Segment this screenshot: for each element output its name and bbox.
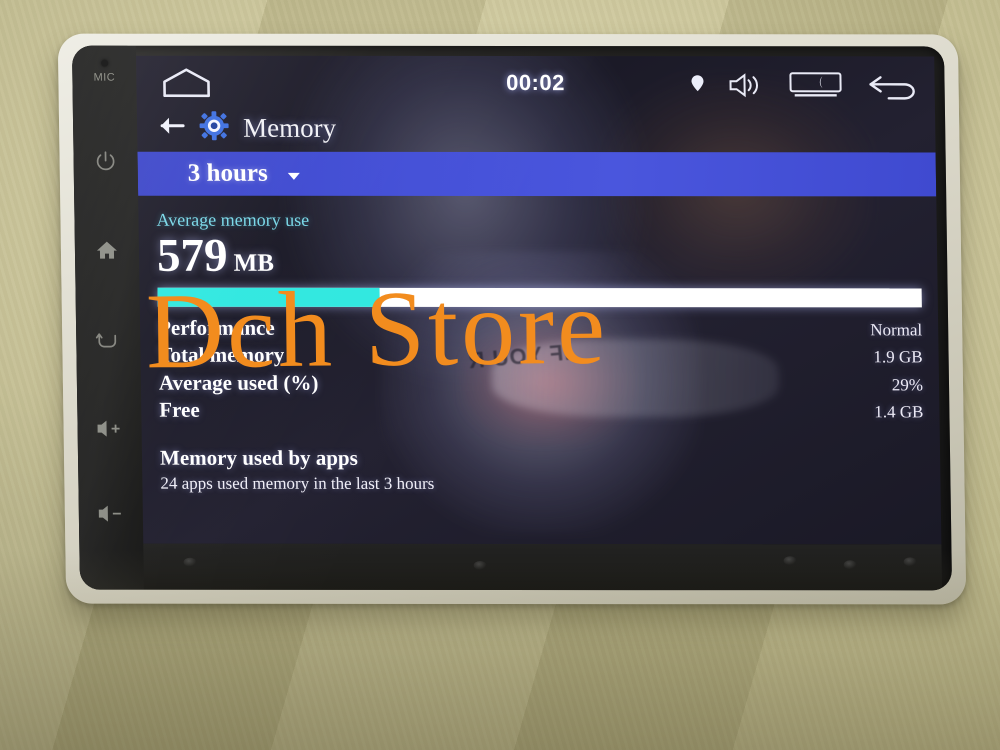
memory-used-by-apps-subtitle: 24 apps used memory in the last 3 hours: [160, 473, 435, 494]
stat-value: 29%: [891, 374, 924, 394]
product-photo: MIC IF YOU R 00:02 Memory 3 hours Averag…: [0, 0, 1000, 750]
average-memory-value-row: 579 MB: [156, 229, 922, 282]
table-row: Free 1.4 GB: [159, 397, 923, 425]
microphone-hole: [100, 59, 108, 67]
stat-value: 1.4 GB: [874, 402, 924, 422]
average-memory-value: 579: [156, 229, 228, 282]
status-icon-group: [690, 70, 921, 105]
settings-gear-icon: [199, 110, 229, 140]
back-key[interactable]: [95, 329, 121, 353]
settings-app-icon: [199, 110, 230, 145]
stat-label: Performance: [157, 315, 275, 340]
action-back-button[interactable]: [157, 114, 185, 141]
return-arrow-icon[interactable]: [866, 70, 921, 105]
hardware-key-column: MIC: [71, 45, 144, 590]
page-title: Memory: [242, 112, 337, 143]
location-pin-icon[interactable]: [690, 74, 704, 101]
volume-up-icon: [97, 420, 120, 437]
action-bar: Memory: [137, 106, 936, 151]
chevron-down-icon: [287, 172, 300, 180]
back-arrow-icon: [160, 117, 185, 134]
stat-label: Total memory: [158, 342, 285, 368]
average-memory-label: Average memory use: [156, 209, 310, 230]
screen-brightness-icon[interactable]: [788, 70, 843, 105]
memory-usage-bar: [157, 287, 922, 308]
time-range-value: 3 hours: [187, 159, 268, 187]
average-memory-unit: MB: [233, 249, 275, 277]
mic-label: MIC: [93, 71, 116, 84]
memory-content: Average memory use 579 MB Performance Nor…: [138, 196, 941, 545]
home-key[interactable]: [95, 239, 119, 263]
memory-used-by-apps-heading[interactable]: Memory used by apps: [160, 446, 924, 472]
time-range-spinner[interactable]: 3 hours: [137, 151, 937, 197]
device-chin: [143, 543, 943, 591]
volume-down-icon: [98, 505, 121, 522]
stat-label: Average used (%): [158, 370, 319, 395]
back-arrow-icon: [95, 333, 117, 348]
device-inner-bezel: MIC IF YOU R 00:02 Memory 3 hours Averag…: [71, 45, 953, 591]
power-key[interactable]: [93, 149, 117, 173]
stat-label: Free: [159, 397, 200, 422]
table-row: Average used (%) 29%: [159, 369, 923, 397]
volume-speaker-icon[interactable]: [728, 72, 764, 103]
stat-value: 1.9 GB: [873, 347, 923, 367]
stat-value: Normal: [870, 320, 923, 340]
memory-usage-bar-fill: [157, 287, 380, 307]
memory-stats-list: Performance Normal Total memory 1.9 GB A…: [158, 315, 924, 425]
volume-up-key[interactable]: [94, 418, 124, 438]
lcd-screen: IF YOU R 00:02 Memory 3 hours Average me…: [136, 55, 942, 545]
home-icon: [96, 241, 117, 260]
power-icon: [96, 150, 115, 170]
table-row: Total memory 1.9 GB: [158, 342, 922, 370]
volume-down-key[interactable]: [96, 504, 126, 524]
table-row: Performance Normal: [158, 315, 922, 343]
car-head-unit-device: MIC IF YOU R 00:02 Memory 3 hours Averag…: [57, 33, 967, 605]
